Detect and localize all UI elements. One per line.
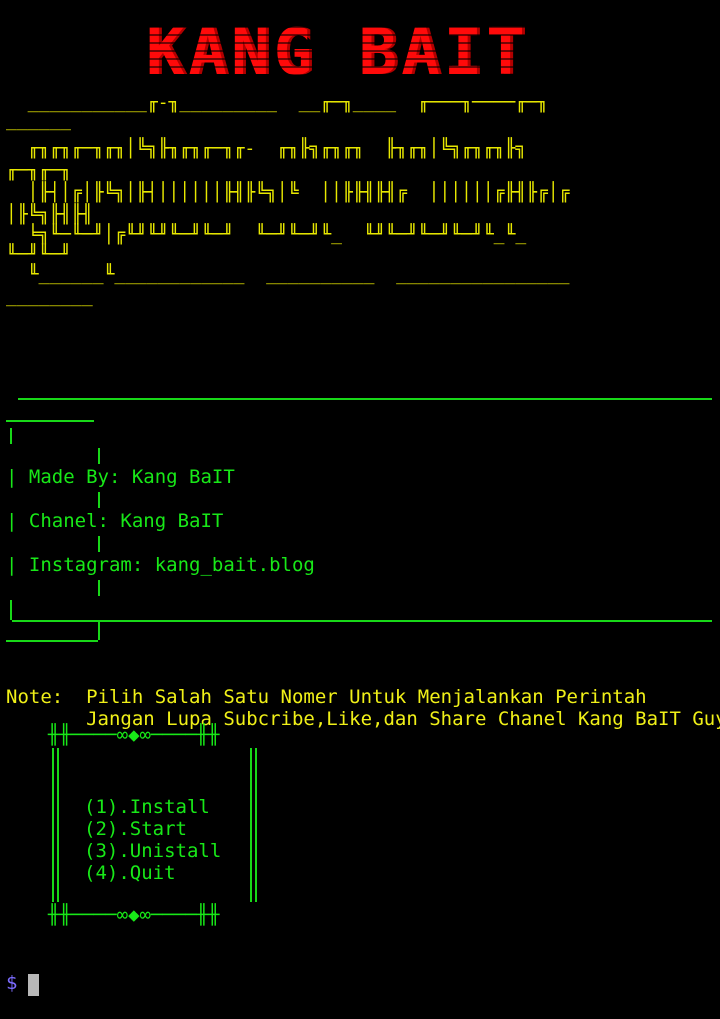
info-box-top-border-wrap	[6, 420, 94, 422]
info-box-bottom-border	[12, 620, 712, 622]
text-cursor[interactable]	[28, 974, 39, 996]
menu-bottom-border: ╫╫────∞◆∞────╫╫	[48, 904, 220, 926]
ascii-art-line: │╟╚╗╟╢╟╢	[6, 204, 93, 225]
menu-right-border	[255, 748, 257, 902]
ascii-art-line: │╟┤│╔│╟╚╗│╟┤││││││╟╢╟╚╗│╚ ││╟╟╢╟╢╔ │││││…	[6, 182, 570, 203]
ascii-art-line: ╓╖╓╖╓─╖╓╖│╚╗╟╖╓╖╓─╖╓- ╓╖╟╗╓╖╓╖ ╟╖╓╖│╚╗╓╖…	[6, 138, 527, 159]
info-box-left-border	[10, 600, 12, 620]
ascii-art-line: ╘╗╙─╙─╜│╔╙╜╙╜╙─╜╙─╜ ╙─╜╙─╜╙_ ╙╜╙─╜╙─╜╙─╜…	[6, 224, 527, 245]
made-by-text: | Made By: Kang BaIT	[6, 466, 235, 488]
note-line-1: Note: Pilih Salah Satu Nomer Untuk Menja…	[6, 686, 647, 708]
prompt-symbol: $	[6, 972, 18, 994]
menu-item-unistall[interactable]: (3).Unistall	[84, 840, 221, 862]
menu-item-quit[interactable]: (4).Quit	[84, 862, 176, 884]
info-box-divider	[98, 492, 100, 508]
menu-item-start[interactable]: (2).Start	[84, 818, 187, 840]
info-box-left-border	[10, 428, 12, 444]
info-box-divider	[98, 536, 100, 552]
menu-left-border	[57, 748, 59, 902]
info-box-top-border	[18, 398, 712, 400]
terminal-window[interactable]: KANG BAIT ___________╓-╖_________ __╓─╖_…	[0, 0, 720, 1019]
ascii-art-line: ___________╓-╖_________ __╓─╖____ ╓───╖─…	[6, 92, 548, 113]
ascii-art-line: ______	[6, 110, 72, 131]
info-box-divider	[98, 580, 100, 596]
ascii-art-line: ╙______╙____________ __________ ________…	[6, 264, 570, 285]
chanel-text: | Chanel: Kang BaIT	[6, 510, 224, 532]
info-box-bottom-border-wrap	[6, 640, 98, 642]
banner-title: KANG BAIT	[146, 21, 606, 85]
info-box-right-border	[98, 622, 100, 640]
ascii-art-line: ________	[6, 286, 93, 307]
menu-top-border: ╫╫────∞◆∞────╫╫	[48, 724, 220, 746]
instagram-text: | Instagram: kang_bait.blog	[6, 554, 315, 576]
menu-right-border	[250, 748, 252, 902]
ascii-art-line: ╓─╖╓─╖	[6, 160, 72, 181]
info-box-divider	[98, 448, 100, 464]
menu-item-install[interactable]: (1).Install	[84, 796, 210, 818]
menu-left-border	[52, 748, 54, 902]
ascii-art-line: ╙─╜╙─╜	[6, 244, 72, 265]
